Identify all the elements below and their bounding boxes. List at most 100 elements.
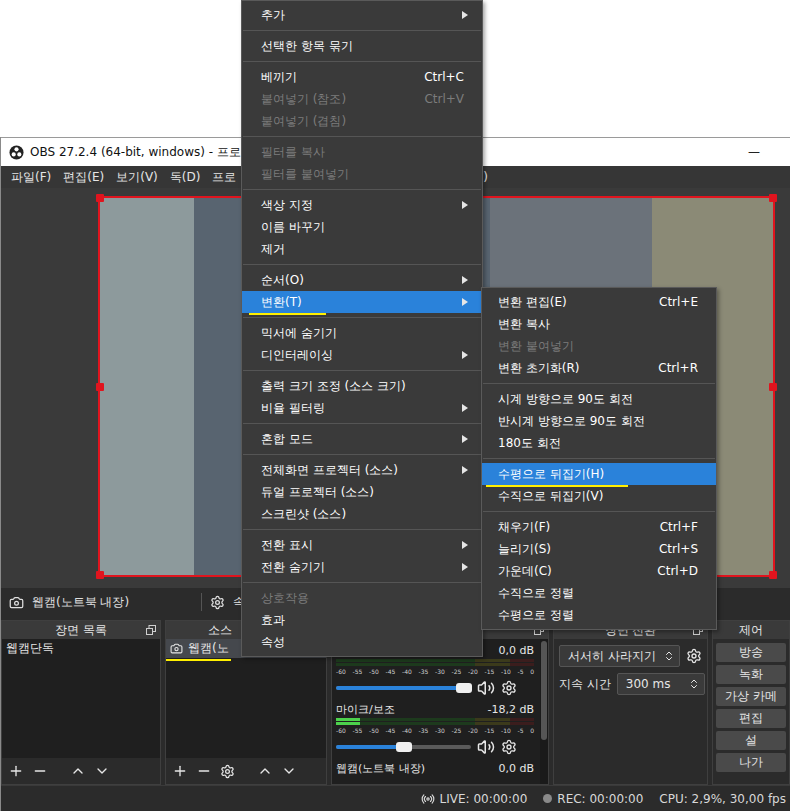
volume-slider[interactable]: [336, 686, 471, 690]
submenu-item[interactable]: 시계 방향으로 90도 회전: [482, 388, 716, 410]
menu-item-label: 속성: [261, 634, 285, 651]
transition-settings[interactable]: [686, 648, 702, 664]
control-button[interactable]: 방송: [716, 643, 786, 662]
float-dock-icon[interactable]: [146, 625, 156, 635]
context-menu-item[interactable]: 전체화면 프로젝터 (소스): [242, 459, 482, 481]
meter-bar: [336, 722, 534, 725]
context-menu-item[interactable]: 스크린샷 (소스): [242, 503, 482, 525]
scene-item[interactable]: 웹캠단독: [2, 639, 160, 658]
menu-item-label: 변환 붙여넣기: [498, 338, 574, 355]
resize-handle[interactable]: [96, 383, 104, 391]
float-icon[interactable]: [146, 625, 156, 635]
menu-item-label: 필터를 복사: [261, 144, 325, 161]
slider-thumb[interactable]: [396, 742, 412, 752]
menu-item-label: 순서(O): [261, 272, 304, 289]
context-menu-item[interactable]: 추가: [242, 4, 482, 26]
submenu-item[interactable]: 반시계 방향으로 90도 회전: [482, 410, 716, 432]
gear-icon[interactable]: [501, 739, 517, 755]
context-menu-item[interactable]: 효과: [242, 609, 482, 631]
updown-icon[interactable]: [688, 678, 700, 690]
minimize-button[interactable]: —: [748, 145, 760, 159]
context-menu-item[interactable]: 변환(T): [242, 291, 482, 313]
context-menu-item[interactable]: 순서(O): [242, 269, 482, 291]
move-up-icon[interactable]: [257, 763, 273, 779]
menu-bar-item[interactable]: 독(D): [164, 169, 207, 186]
speaker-icon[interactable]: [477, 679, 495, 697]
context-menu-item[interactable]: 디인터레이싱: [242, 344, 482, 366]
control-button[interactable]: 설: [716, 731, 786, 750]
remove-icon[interactable]: [32, 763, 48, 779]
menu-item-label: 전체화면 프로젝터 (소스): [261, 462, 398, 479]
menu-item-label: 가운데(C): [498, 563, 552, 580]
scrollbar[interactable]: [540, 639, 548, 784]
submenu-item[interactable]: 수평으로 뒤집기(H): [482, 463, 716, 485]
slider-thumb[interactable]: [456, 683, 472, 693]
gear-icon[interactable]: [501, 680, 517, 696]
move-down-icon[interactable]: [94, 763, 110, 779]
submenu-item[interactable]: 180도 회전: [482, 432, 716, 454]
move-up-icon[interactable]: [70, 763, 86, 779]
control-button[interactable]: 가상 카메: [716, 687, 786, 706]
context-menu-item: 필터를 복사: [242, 141, 482, 163]
menu-item-label: 변환 편집(E): [498, 294, 567, 311]
resize-handle[interactable]: [96, 571, 104, 579]
context-menu-item[interactable]: 베끼기Ctrl+C: [242, 66, 482, 88]
submenu-item[interactable]: 가운데(C)Ctrl+D: [482, 560, 716, 582]
submenu-item[interactable]: 변환 복사: [482, 313, 716, 335]
menu-item-label: 붙여넣기 (겹침): [261, 113, 346, 130]
add-icon[interactable]: [172, 763, 188, 779]
control-button[interactable]: 나가: [716, 753, 786, 772]
context-menu-item[interactable]: 제거: [242, 238, 482, 260]
context-menu-item[interactable]: 듀얼 프로젝터 (소스): [242, 481, 482, 503]
resize-handle[interactable]: [769, 571, 777, 579]
gear-icon[interactable]: [220, 764, 235, 779]
volume-slider[interactable]: [336, 745, 471, 749]
menu-bar-item[interactable]: 프로: [206, 169, 242, 186]
gear-icon[interactable]: [210, 595, 225, 610]
menu-bar-item[interactable]: ): [483, 170, 488, 184]
submenu-item[interactable]: 변환 초기화(R)Ctrl+R: [482, 357, 716, 379]
context-menu-item[interactable]: 출력 크기 조정 (소스 크기): [242, 375, 482, 397]
submenu-item[interactable]: 수평으로 정렬: [482, 604, 716, 626]
context-menu-item[interactable]: 믹서에 숨기기: [242, 322, 482, 344]
submenu-item[interactable]: 채우기(F)Ctrl+F: [482, 516, 716, 538]
gear-icon[interactable]: [686, 648, 702, 664]
resize-handle[interactable]: [96, 194, 104, 202]
context-menu-item[interactable]: 선택한 항목 묶기: [242, 35, 482, 57]
control-button[interactable]: 녹화: [716, 665, 786, 684]
duration-field[interactable]: 300 ms: [617, 673, 705, 695]
menu-bar-item[interactable]: 편집(E): [57, 169, 110, 186]
context-menu-item[interactable]: 속성: [242, 631, 482, 653]
scene-list: 웹캠단독: [2, 639, 160, 758]
camera-icon: [170, 642, 183, 655]
transition-select[interactable]: 서서히 사라지기: [559, 645, 680, 667]
menu-bar-item[interactable]: 파일(F): [5, 169, 57, 186]
submenu-item[interactable]: 수직으로 뒤집기(V): [482, 485, 716, 507]
speaker-icon[interactable]: [477, 738, 495, 756]
context-menu-item[interactable]: 전환 숨기기: [242, 556, 482, 578]
menu-item-label: 채우기(F): [498, 519, 550, 536]
channel-list: 0,0 dB-60-55-50-45-40-35-30-25-20-15-10-…: [332, 639, 540, 784]
controls-body: 방송녹화가상 카메편집설나가: [713, 639, 789, 784]
context-menu-item[interactable]: 비율 필터링: [242, 397, 482, 419]
remove-icon[interactable]: [196, 763, 212, 779]
channel-name: 웹캠(노트북 내장): [336, 761, 425, 776]
context-menu-item[interactable]: 색상 지정: [242, 194, 482, 216]
resize-handle[interactable]: [769, 194, 777, 202]
cpu-status: CPU: 2,9%, 30,00 fps: [659, 792, 786, 806]
context-menu: 추가선택한 항목 묶기베끼기Ctrl+C붙여넣기 (참조)Ctrl+V붙여넣기 …: [241, 0, 483, 657]
submenu-item[interactable]: 변환 편집(E)Ctrl+E: [482, 291, 716, 313]
context-menu-item[interactable]: 전환 표시: [242, 534, 482, 556]
context-menu-item[interactable]: 혼합 모드: [242, 428, 482, 450]
menu-separator: [482, 507, 716, 516]
menu-bar-item[interactable]: 보기(V): [110, 169, 164, 186]
submenu-item[interactable]: 수직으로 정렬: [482, 582, 716, 604]
control-button[interactable]: 편집: [716, 709, 786, 728]
add-icon[interactable]: [8, 763, 24, 779]
context-menu-item[interactable]: 이름 바꾸기: [242, 216, 482, 238]
menu-item-label: 색상 지정: [261, 197, 313, 214]
resize-handle[interactable]: [769, 383, 777, 391]
move-down-icon[interactable]: [281, 763, 297, 779]
menu-separator: [242, 366, 482, 375]
submenu-item[interactable]: 늘리기(S)Ctrl+S: [482, 538, 716, 560]
